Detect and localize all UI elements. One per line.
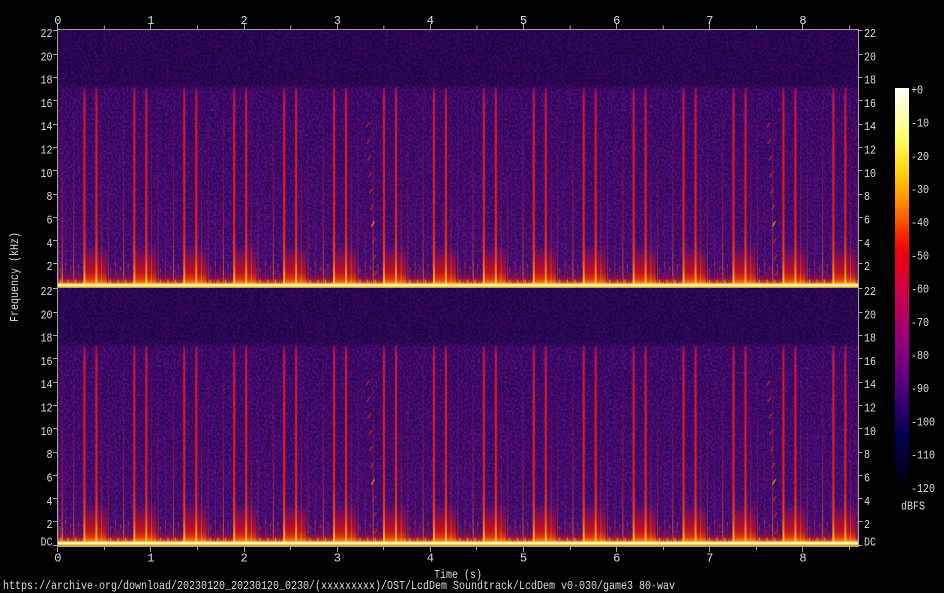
svg-text:2: 2 [240, 552, 247, 566]
svg-text:4: 4 [47, 495, 53, 509]
svg-text:22: 22 [41, 27, 53, 41]
svg-text:8: 8 [47, 190, 53, 204]
svg-text:1: 1 [147, 552, 154, 566]
svg-text:4: 4 [864, 237, 870, 251]
svg-text:DC: DC [41, 536, 53, 550]
svg-text:7: 7 [706, 552, 713, 566]
svg-text:4: 4 [427, 14, 434, 28]
svg-text:-20: -20 [911, 150, 929, 164]
svg-text:5: 5 [520, 552, 527, 566]
svg-text:20: 20 [41, 308, 53, 322]
svg-text:7: 7 [706, 14, 713, 28]
svg-text:https://archive·org/download/2: https://archive·org/download/20230120_20… [3, 579, 675, 593]
svg-text:-30: -30 [911, 183, 929, 197]
svg-text:10: 10 [864, 425, 876, 439]
svg-text:4: 4 [864, 495, 870, 509]
svg-text:3: 3 [334, 552, 341, 566]
svg-text:8: 8 [864, 448, 870, 462]
svg-text:12: 12 [864, 402, 876, 416]
svg-text:20: 20 [864, 308, 876, 322]
svg-text:-40: -40 [911, 216, 929, 230]
svg-text:18: 18 [41, 332, 53, 346]
svg-text:DC: DC [864, 536, 876, 550]
svg-text:14: 14 [41, 120, 53, 134]
svg-text:2: 2 [864, 518, 870, 532]
svg-text:10: 10 [41, 167, 53, 181]
svg-text:6: 6 [864, 472, 870, 486]
svg-text:18: 18 [864, 332, 876, 346]
svg-text:-60: -60 [911, 283, 929, 297]
svg-text:1: 1 [147, 14, 154, 28]
svg-text:12: 12 [864, 144, 876, 158]
svg-text:0: 0 [54, 14, 61, 28]
svg-text:22: 22 [41, 285, 53, 299]
svg-text:6: 6 [613, 552, 620, 566]
svg-text:16: 16 [864, 355, 876, 369]
svg-text:4: 4 [47, 237, 53, 251]
svg-text:-90: -90 [911, 382, 929, 396]
svg-text:16: 16 [41, 97, 53, 111]
svg-text:20: 20 [41, 50, 53, 64]
svg-text:20: 20 [864, 50, 876, 64]
svg-text:-120: -120 [911, 482, 935, 496]
svg-text:10: 10 [864, 167, 876, 181]
svg-text:8: 8 [47, 448, 53, 462]
svg-text:18: 18 [41, 74, 53, 88]
svg-text:6: 6 [613, 14, 620, 28]
svg-text:6: 6 [864, 214, 870, 228]
svg-text:dBFS: dBFS [901, 500, 925, 514]
svg-text:2: 2 [47, 518, 53, 532]
svg-text:14: 14 [864, 120, 876, 134]
svg-text:-80: -80 [911, 349, 929, 363]
svg-text:10: 10 [41, 425, 53, 439]
svg-text:+0: +0 [911, 83, 923, 97]
svg-text:22: 22 [864, 285, 876, 299]
svg-text:8: 8 [799, 552, 806, 566]
svg-text:6: 6 [47, 214, 53, 228]
svg-text:16: 16 [864, 97, 876, 111]
svg-text:14: 14 [864, 378, 876, 392]
svg-text:-110: -110 [911, 449, 935, 463]
svg-text:5: 5 [520, 14, 527, 28]
svg-text:-100: -100 [911, 415, 935, 429]
svg-text:Frequency (kHz): Frequency (kHz) [8, 232, 22, 322]
svg-text:-10: -10 [911, 117, 929, 131]
svg-text:3: 3 [334, 14, 341, 28]
svg-text:16: 16 [41, 355, 53, 369]
svg-text:2: 2 [864, 260, 870, 274]
svg-text:8: 8 [799, 14, 806, 28]
svg-text:18: 18 [864, 74, 876, 88]
svg-text:14: 14 [41, 378, 53, 392]
svg-text:6: 6 [47, 472, 53, 486]
svg-text:8: 8 [864, 190, 870, 204]
svg-text:-50: -50 [911, 249, 929, 263]
svg-text:2: 2 [47, 260, 53, 274]
svg-text:-70: -70 [911, 316, 929, 330]
svg-text:12: 12 [41, 144, 53, 158]
svg-text:22: 22 [864, 27, 876, 41]
svg-text:2: 2 [240, 14, 247, 28]
svg-text:12: 12 [41, 402, 53, 416]
svg-text:4: 4 [427, 552, 434, 566]
svg-text:0: 0 [54, 552, 61, 566]
